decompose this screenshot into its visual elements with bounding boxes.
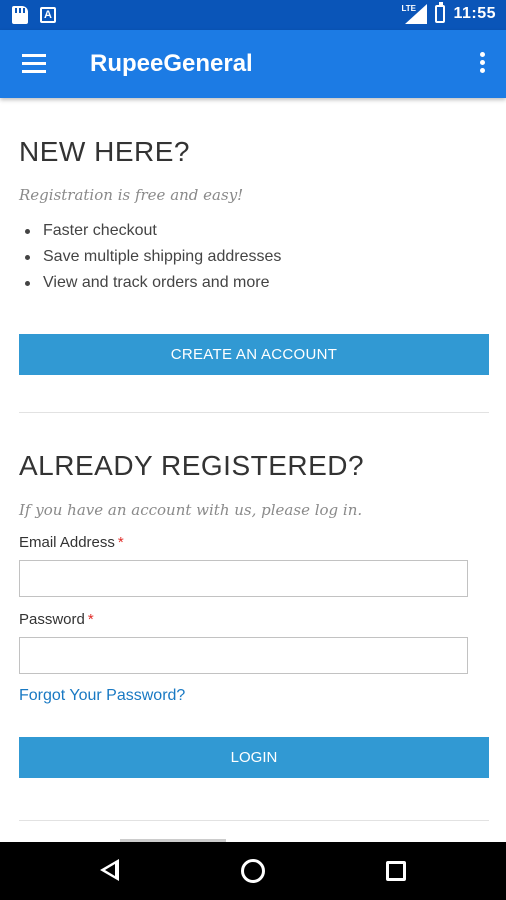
recent-apps-square-icon[interactable] [386,861,406,881]
home-circle-icon[interactable] [241,859,265,883]
hamburger-menu-icon[interactable] [22,54,48,74]
create-account-button[interactable]: CREATE AN ACCOUNT [19,334,489,375]
status-indicators: LTE 11:55 [401,2,496,24]
benefit-item: View and track orders and more [19,272,281,298]
login-heading: ALREADY REGISTERED? [19,450,365,481]
overflow-dot-icon [479,68,485,73]
benefits-list: Faster checkout Save multiple shipping a… [19,220,281,298]
required-marker: * [87,611,94,628]
menu-line-icon [22,70,46,73]
email-field[interactable] [19,560,468,597]
status-notifications: A [12,6,56,24]
system-nav-bar [0,842,506,900]
back-triangle-icon[interactable] [100,859,119,881]
menu-line-icon [22,62,46,65]
login-button[interactable]: LOGIN [19,737,489,778]
benefit-item: Save multiple shipping addresses [19,246,281,272]
forgot-password-link[interactable]: Forgot Your Password? [19,687,185,705]
benefit-item: Faster checkout [19,220,281,246]
section-divider [19,412,489,413]
a-notification-letter: A [44,8,52,21]
new-customer-heading: NEW HERE? [19,136,190,167]
status-time: 11:55 [453,5,496,22]
main-content: NEW HERE? Registration is free and easy!… [0,98,506,842]
password-label: Password * [19,611,94,628]
app-bar: RupeeGeneral [0,30,506,98]
app-title: RupeeGeneral [90,50,253,77]
signal-label: LTE [401,4,416,13]
status-bar: A LTE 11:55 [0,0,506,30]
required-marker: * [117,534,124,551]
battery-icon [435,2,446,23]
more-vertical-icon[interactable] [478,52,486,78]
overflow-dot-icon [479,60,485,65]
password-field[interactable] [19,637,468,674]
email-label-text: Email Address [19,534,115,551]
menu-line-icon [22,54,46,57]
sd-card-icon [12,6,28,24]
signal-icon: LTE [401,4,428,24]
section-divider [19,820,489,821]
a-notification-icon: A [40,7,56,23]
email-label: Email Address * [19,534,124,551]
new-customer-subtitle: Registration is free and easy! [19,186,244,204]
password-label-text: Password [19,611,85,628]
login-subtitle: If you have an account with us, please l… [19,501,363,519]
overflow-dot-icon [479,52,485,57]
